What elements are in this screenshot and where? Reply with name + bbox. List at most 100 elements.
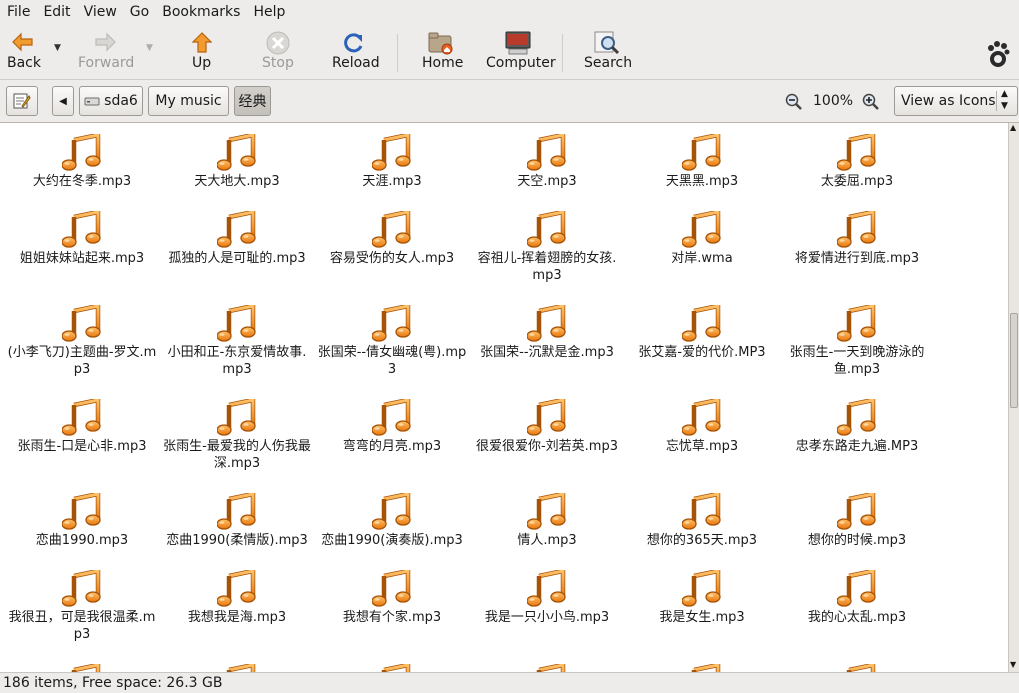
audio-file-icon: [682, 134, 721, 171]
audio-file-icon: [62, 305, 101, 342]
file-item-partial[interactable]: [627, 664, 777, 672]
file-item[interactable]: 恋曲1990.mp3: [7, 493, 157, 549]
up-button[interactable]: Up: [186, 24, 218, 79]
file-name: 天空.mp3: [517, 174, 577, 189]
file-item[interactable]: 我是一只小小鸟.mp3: [472, 570, 622, 626]
computer-button[interactable]: Computer: [484, 24, 556, 79]
file-name: 容祖儿-挥着翅膀的女孩.mp3: [477, 251, 617, 283]
scrollbar-thumb[interactable]: [1010, 313, 1018, 408]
file-item[interactable]: 天大地大.mp3: [162, 134, 312, 190]
file-item[interactable]: 恋曲1990(演奏版).mp3: [317, 493, 467, 549]
path-button-current-folder[interactable]: 经典: [234, 86, 271, 116]
status-bar: 186 items, Free space: 26.3 GB: [0, 672, 1019, 693]
file-item[interactable]: 对岸.wma: [627, 211, 777, 267]
file-name: 很爱很爱你-刘若英.mp3: [475, 439, 618, 454]
forward-history-dropdown-icon[interactable]: ▼: [146, 43, 153, 53]
file-item[interactable]: 我的心太乱.mp3: [782, 570, 932, 626]
file-item[interactable]: 忘忧草.mp3: [627, 399, 777, 455]
up-arrow-icon: [192, 32, 212, 53]
audio-file-icon: [372, 305, 411, 342]
file-item[interactable]: 天空.mp3: [472, 134, 622, 190]
audio-file-icon: [691, 664, 721, 672]
path-button-my-music[interactable]: My music: [148, 86, 229, 116]
file-name: 恋曲1990(柔情版).mp3: [166, 533, 308, 548]
home-button[interactable]: Home: [418, 24, 464, 79]
path-button-sda6[interactable]: sda6: [79, 86, 143, 116]
file-item[interactable]: 姐姐妹妹站起来.mp3: [7, 211, 157, 267]
file-item[interactable]: 大约在冬季.mp3: [7, 134, 157, 190]
file-item[interactable]: 张国荣--沉默是金.mp3: [472, 305, 622, 361]
zoom-level[interactable]: 100%: [813, 93, 853, 109]
file-item[interactable]: 我很丑，可是我很温柔.mp3: [7, 570, 157, 643]
file-item[interactable]: 忠孝东路走九遍.MP3: [782, 399, 932, 455]
file-item[interactable]: 容易受伤的女人.mp3: [317, 211, 467, 267]
file-item[interactable]: (小李飞刀)主题曲-罗文.mp3: [7, 305, 157, 378]
menu-bookmarks[interactable]: Bookmarks: [155, 0, 246, 24]
file-item[interactable]: 很爱很爱你-刘若英.mp3: [472, 399, 622, 455]
file-item-partial[interactable]: [782, 664, 932, 672]
menu-bar: File Edit View Go Bookmarks Help: [0, 0, 1019, 24]
menu-help[interactable]: Help: [246, 0, 291, 24]
file-name: 我是女生.mp3: [659, 610, 745, 625]
scroll-up-arrow-icon[interactable]: ▲: [1010, 123, 1016, 132]
audio-file-icon: [682, 211, 721, 248]
vertical-scrollbar[interactable]: ▲ ▼: [1008, 123, 1019, 672]
file-item[interactable]: 弯弯的月亮.mp3: [317, 399, 467, 455]
file-item-partial[interactable]: [472, 664, 622, 672]
audio-file-icon: [217, 570, 256, 607]
file-item-partial[interactable]: [162, 664, 312, 672]
menu-view[interactable]: View: [77, 0, 123, 24]
file-item[interactable]: 将爱情进行到底.mp3: [782, 211, 932, 267]
file-item[interactable]: 张雨生-口是心非.mp3: [7, 399, 157, 455]
file-name: 张艾嘉-爱的代价.MP3: [638, 345, 766, 360]
file-item[interactable]: 张雨生-一天到晚游泳的鱼.mp3: [782, 305, 932, 378]
path-scroll-left-button[interactable]: ◀: [52, 86, 74, 116]
file-name: 我很丑，可是我很温柔.mp3: [8, 610, 156, 642]
file-icon-view[interactable]: 大约在冬季.mp3 天大地大.mp3 天涯.mp3 天空.mp3 天黑黑.mp3 太委屈.…: [0, 123, 1008, 672]
audio-file-icon: [837, 399, 876, 436]
audio-file-icon: [837, 305, 876, 342]
file-item-partial[interactable]: [7, 664, 157, 672]
home-folder-icon: [428, 32, 453, 55]
file-name: 容易受伤的女人.mp3: [329, 251, 455, 266]
file-item[interactable]: 我想我是海.mp3: [162, 570, 312, 626]
forward-button[interactable]: Forward: [76, 24, 134, 79]
file-item[interactable]: 容祖儿-挥着翅膀的女孩.mp3: [472, 211, 622, 284]
file-item[interactable]: 想你的时候.mp3: [782, 493, 932, 549]
zoom-out-icon[interactable]: [785, 93, 803, 111]
file-name: 情人.mp3: [517, 533, 577, 548]
menu-file[interactable]: File: [0, 0, 36, 24]
menu-go[interactable]: Go: [123, 0, 155, 24]
file-name: 太委屈.mp3: [820, 174, 894, 189]
file-item[interactable]: 天黑黑.mp3: [627, 134, 777, 190]
audio-file-icon: [527, 305, 566, 342]
stop-button[interactable]: Stop: [260, 24, 296, 79]
file-item[interactable]: 想你的365天.mp3: [627, 493, 777, 549]
back-history-dropdown-icon[interactable]: ▼: [54, 43, 61, 53]
audio-file-icon: [372, 211, 411, 248]
view-mode-select[interactable]: View as Icons ▲ ▼: [894, 86, 1018, 116]
file-name: 姐姐妹妹站起来.mp3: [19, 251, 145, 266]
file-item-partial[interactable]: [317, 664, 467, 672]
file-item[interactable]: 孤独的人是可耻的.mp3: [162, 211, 312, 267]
file-item[interactable]: 张国荣--倩女幽魂(粤).mp3: [317, 305, 467, 378]
file-item[interactable]: 张雨生-最爱我的人伤我最深.mp3: [162, 399, 312, 472]
file-item[interactable]: 小田和正-东京爱情故事.mp3: [162, 305, 312, 378]
file-item[interactable]: 天涯.mp3: [317, 134, 467, 190]
audio-file-icon: [62, 211, 101, 248]
search-button[interactable]: Search: [582, 24, 632, 79]
scroll-down-arrow-icon[interactable]: ▼: [1010, 660, 1016, 669]
back-button[interactable]: Back: [4, 24, 42, 79]
file-item[interactable]: 我是女生.mp3: [627, 570, 777, 626]
zoom-in-icon[interactable]: [862, 93, 880, 111]
file-item[interactable]: 情人.mp3: [472, 493, 622, 549]
toggle-location-entry-button[interactable]: [6, 86, 38, 116]
file-item[interactable]: 张艾嘉-爱的代价.MP3: [627, 305, 777, 361]
file-item[interactable]: 太委屈.mp3: [782, 134, 932, 190]
menu-edit[interactable]: Edit: [36, 0, 76, 24]
reload-button[interactable]: Reload: [330, 24, 380, 79]
file-item[interactable]: 恋曲1990(柔情版).mp3: [162, 493, 312, 549]
file-item[interactable]: 我想有个家.mp3: [317, 570, 467, 626]
audio-file-icon: [682, 570, 721, 607]
audio-file-icon: [372, 570, 411, 607]
